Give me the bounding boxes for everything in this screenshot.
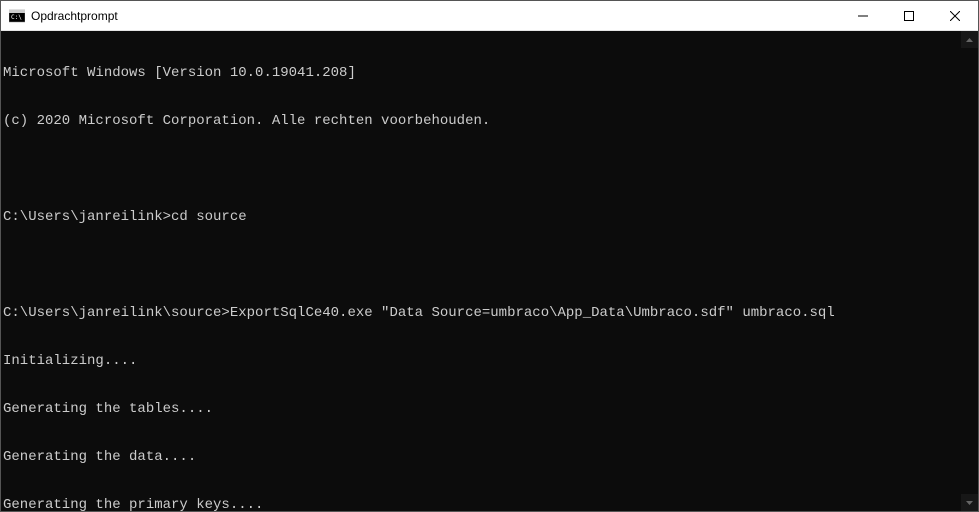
terminal-line: (c) 2020 Microsoft Corporation. Alle rec… xyxy=(3,113,961,129)
minimize-button[interactable] xyxy=(840,1,886,30)
svg-text:C:\: C:\ xyxy=(11,14,22,21)
console-area: Microsoft Windows [Version 10.0.19041.20… xyxy=(1,31,978,511)
window-controls xyxy=(840,1,978,30)
scrollbar-up-arrow-icon[interactable] xyxy=(961,31,978,48)
command-prompt-window: C:\ Opdrachtprompt xyxy=(0,0,979,512)
close-button[interactable] xyxy=(932,1,978,30)
terminal-line: C:\Users\janreilink>cd source xyxy=(3,209,961,225)
scrollbar-track[interactable] xyxy=(961,48,978,494)
maximize-button[interactable] xyxy=(886,1,932,30)
titlebar: C:\ Opdrachtprompt xyxy=(1,1,978,31)
terminal-output[interactable]: Microsoft Windows [Version 10.0.19041.20… xyxy=(1,31,961,511)
terminal-line: C:\Users\janreilink\source>ExportSqlCe40… xyxy=(3,305,961,321)
terminal-line: Initializing.... xyxy=(3,353,961,369)
terminal-line: Generating the primary keys.... xyxy=(3,497,961,511)
terminal-line xyxy=(3,161,961,177)
terminal-line: Microsoft Windows [Version 10.0.19041.20… xyxy=(3,65,961,81)
window-title: Opdrachtprompt xyxy=(31,9,840,23)
command-prompt-icon: C:\ xyxy=(9,8,25,24)
terminal-line: Generating the tables.... xyxy=(3,401,961,417)
vertical-scrollbar[interactable] xyxy=(961,31,978,511)
terminal-line xyxy=(3,257,961,273)
scrollbar-down-arrow-icon[interactable] xyxy=(961,494,978,511)
terminal-line: Generating the data.... xyxy=(3,449,961,465)
